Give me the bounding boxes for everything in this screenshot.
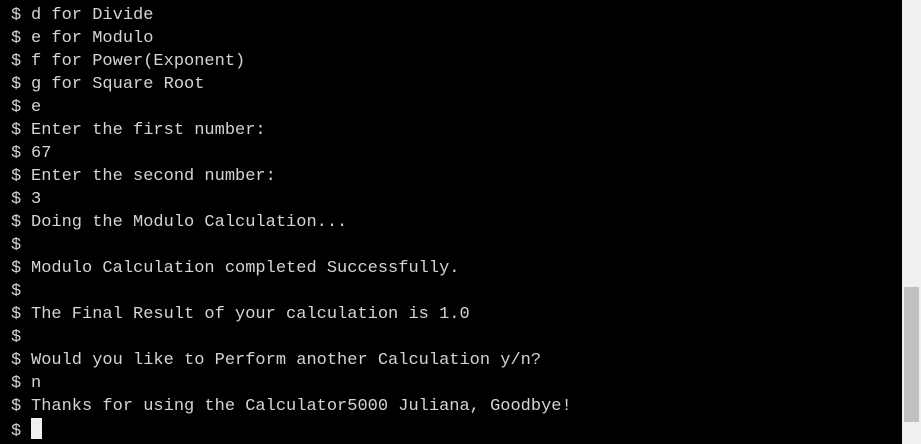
terminal-line-text: e for Modulo [31, 29, 154, 48]
terminal-line: $67 [11, 142, 572, 165]
terminal-line-text: Enter the first number: [31, 121, 266, 140]
prompt-symbol: $ [11, 98, 22, 117]
prompt-symbol: $ [11, 52, 22, 71]
terminal-line: $ Enter the first number: [11, 119, 572, 142]
terminal-line: $ [11, 280, 572, 303]
scrollbar-thumb[interactable] [904, 287, 919, 422]
prompt-symbol: $ [11, 6, 22, 25]
prompt-symbol: $ [11, 167, 22, 186]
terminal-line-text: d for Divide [31, 6, 154, 25]
terminal-line-text: The Final Result of your calculation is … [31, 305, 470, 324]
terminal-line: $ e for Modulo [11, 27, 572, 50]
prompt-symbol: $ [11, 282, 22, 301]
prompt-symbol: $ [11, 213, 22, 232]
terminal-line-text: 67 [31, 144, 52, 163]
terminal-line-text: e [31, 98, 42, 117]
prompt-symbol: $ [11, 190, 22, 209]
terminal-line: $ f for Power(Exponent) [11, 50, 572, 73]
terminal-input-line[interactable]: $ [11, 418, 572, 441]
terminal-line: $ Thanks for using the Calculator5000 Jul… [11, 395, 572, 418]
terminal-line: $ d for Divide [11, 4, 572, 27]
prompt-symbol: $ [11, 75, 22, 94]
terminal-line: $ The Final Result of your calculation is… [11, 303, 572, 326]
prompt-symbol: $ [11, 397, 22, 416]
terminal-line: $ Modulo Calculation completed Successful… [11, 257, 572, 280]
terminal-line: $ e [11, 96, 572, 119]
terminal-line-text: Doing the Modulo Calculation... [31, 213, 348, 232]
text-cursor [31, 418, 42, 439]
terminal-line: $ n [11, 372, 572, 395]
prompt-symbol: $ [11, 144, 22, 163]
terminal-line-text: Thanks for using the Calculator5000 Juli… [31, 397, 572, 416]
terminal-line-text: Modulo Calculation completed Successfull… [31, 259, 460, 278]
prompt-symbol: $ [11, 351, 22, 370]
prompt-symbol: $ [11, 236, 22, 255]
terminal-line-text: Enter the second number: [31, 167, 276, 186]
prompt-symbol: $ [11, 328, 22, 347]
prompt-symbol: $ [11, 422, 22, 441]
terminal-line: $ Enter the second number: [11, 165, 572, 188]
prompt-symbol: $ [11, 121, 22, 140]
vertical-scrollbar[interactable] [902, 0, 921, 444]
terminal-lines: $ c for Multiply $ d for Divide $ e for Mo… [11, 4, 572, 441]
terminal-line-text: Would you like to Perform another Calcul… [31, 351, 542, 370]
terminal-line: $ Doing the Modulo Calculation... [11, 211, 572, 234]
terminal-line-text: g for Square Root [31, 75, 205, 94]
terminal-line: $ g for Square Root [11, 73, 572, 96]
terminal-output[interactable]: $ c for Multiply $ d for Divide $ e for Mo… [0, 0, 902, 444]
terminal-line: $ [11, 234, 572, 257]
prompt-symbol: $ [11, 374, 22, 393]
terminal-window: $ c for Multiply $ d for Divide $ e for Mo… [0, 0, 921, 444]
terminal-line-text: n [31, 374, 42, 393]
prompt-symbol: $ [11, 259, 22, 278]
terminal-line: $ [11, 326, 572, 349]
terminal-line-text: 3 [31, 190, 42, 209]
prompt-symbol: $ [11, 29, 22, 48]
terminal-line: $3 [11, 188, 572, 211]
terminal-line: $ Would you like to Perform another Calcu… [11, 349, 572, 372]
terminal-line-text: f for Power(Exponent) [31, 52, 246, 71]
prompt-symbol: $ [11, 305, 22, 324]
